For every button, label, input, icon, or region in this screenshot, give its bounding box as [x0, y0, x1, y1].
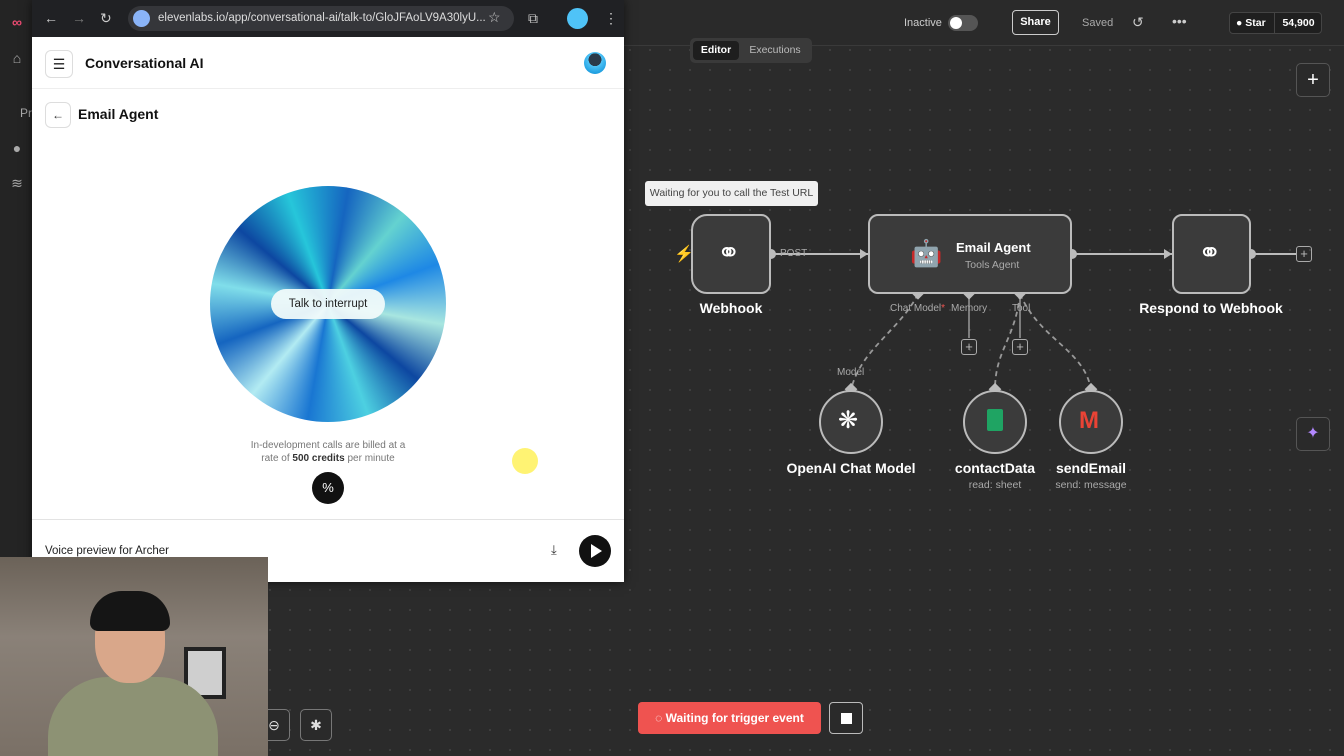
profile-avatar[interactable]	[567, 8, 588, 29]
microphone-site-icon	[133, 10, 150, 27]
tool-port-label: Tool	[1012, 303, 1031, 314]
post-label: POST	[780, 248, 808, 259]
webhook-node[interactable]: ⚭	[691, 214, 771, 294]
openai-icon: ❋	[838, 407, 859, 434]
wire-arrow	[1164, 249, 1172, 259]
wire-arrow	[860, 249, 868, 259]
back-arrow-icon[interactable]: ←	[44, 10, 58, 26]
model-port-label: Model	[837, 367, 865, 378]
webhook-icon: ⚭	[717, 237, 741, 268]
openai-node[interactable]: ❋	[819, 390, 883, 454]
memory-port-label: Memory	[951, 303, 988, 314]
send-tool-wire	[1019, 293, 1092, 391]
play-button[interactable]	[579, 535, 611, 567]
respond-webhook-node[interactable]: ⚭	[1172, 214, 1251, 294]
stop-button[interactable]	[829, 702, 863, 734]
browser-menu-icon[interactable]: ⋮	[604, 10, 618, 27]
email-agent-title: Email Agent	[956, 240, 1031, 255]
url-text: elevenlabs.io/app/conversational-ai/talk…	[158, 12, 486, 24]
bookmark-star-icon[interactable]: ☆	[488, 9, 501, 26]
gmail-icon: M	[1079, 407, 1099, 434]
add-tool-button[interactable]: +	[1012, 339, 1028, 355]
app-header: ☰ Conversational AI	[32, 37, 624, 89]
elevenlabs-browser-window: ← → ↻ elevenlabs.io/app/conversational-a…	[32, 0, 624, 582]
back-button[interactable]: ←	[45, 102, 71, 128]
address-bar[interactable]: elevenlabs.io/app/conversational-ai/talk…	[128, 6, 514, 31]
cursor-highlight	[512, 448, 538, 474]
app-title: Conversational AI	[85, 55, 204, 71]
email-agent-subtitle: Tools Agent	[965, 259, 1020, 271]
respond-node-label: Respond to Webhook	[1139, 300, 1283, 316]
user-avatar[interactable]	[584, 52, 606, 74]
person-body	[48, 677, 218, 756]
webhook-icon: ⚭	[1198, 237, 1222, 268]
webhook-node-label: Webhook	[699, 300, 763, 316]
extensions-icon[interactable]: ⧉	[528, 10, 538, 27]
test-url-tooltip: Waiting for you to call the Test URL	[645, 181, 818, 206]
google-sheets-icon	[987, 409, 1003, 431]
openai-node-label: OpenAI Chat Model	[786, 460, 916, 476]
contact-data-node[interactable]	[963, 390, 1027, 454]
add-memory-button[interactable]: +	[961, 339, 977, 355]
robot-icon: 🤖	[910, 238, 943, 268]
spinner-icon: ◌	[655, 711, 666, 725]
billing-note: In-development calls are billed at a rat…	[250, 440, 406, 464]
reload-icon[interactable]: ↻	[100, 10, 112, 27]
agent-title: Email Agent	[78, 106, 159, 122]
email-agent-node[interactable]: 🤖 Email Agent Tools Agent	[868, 214, 1072, 294]
waiting-trigger-button[interactable]: ◌ Waiting for trigger event	[638, 702, 821, 734]
send-node-label: sendEmail	[1055, 460, 1127, 476]
talk-to-interrupt-button[interactable]: Talk to interrupt	[271, 289, 385, 319]
send-email-node[interactable]: M	[1059, 390, 1123, 454]
chat-model-port-label: Chat Model*	[890, 303, 946, 314]
send-node-subtitle: send: message	[1055, 479, 1127, 491]
webcam-overlay	[0, 557, 268, 756]
forward-arrow-icon[interactable]: →	[72, 10, 86, 26]
menu-icon[interactable]: ☰	[45, 50, 73, 78]
voice-preview-label: Voice preview for Archer	[45, 545, 170, 557]
discount-icon[interactable]: %	[312, 472, 344, 504]
browser-toolbar: ← → ↻ elevenlabs.io/app/conversational-a…	[32, 0, 624, 37]
add-next-node-button[interactable]: +	[1296, 246, 1312, 262]
download-icon[interactable]: ⤓	[551, 542, 557, 558]
person-hair	[90, 591, 170, 631]
debug-bug-icon[interactable]: ✱	[300, 709, 332, 741]
